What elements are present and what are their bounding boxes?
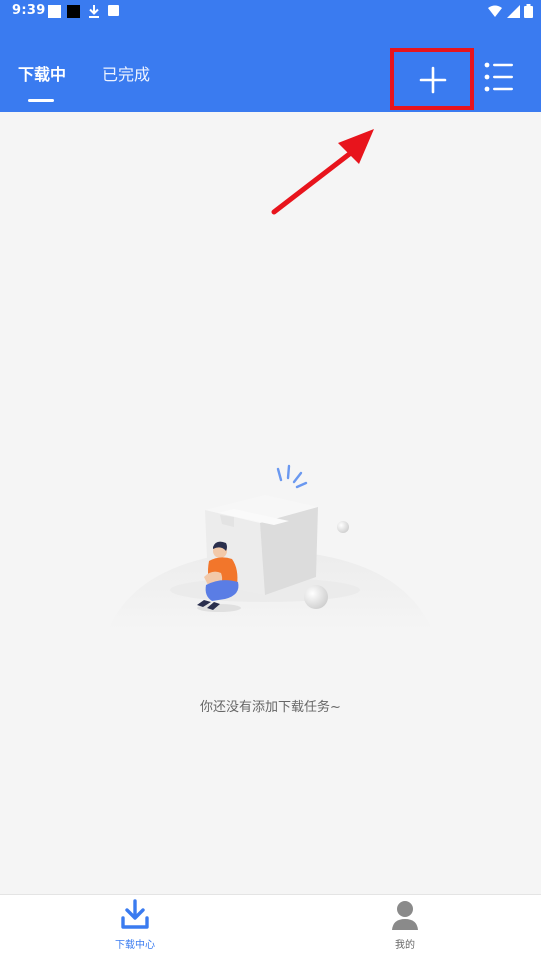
list-menu-icon[interactable] <box>484 62 514 92</box>
notification-black-icon <box>67 5 80 18</box>
app-header: 9:39 下载中 已完成 <box>0 0 541 112</box>
tab-completed[interactable]: 已完成 <box>102 61 150 85</box>
nav-download-center[interactable]: 下载中心 <box>75 895 195 962</box>
download-icon <box>121 899 149 929</box>
notification-square-icon <box>48 5 61 18</box>
tab-downloading[interactable]: 下载中 <box>18 61 66 85</box>
nav-download-label: 下载中心 <box>115 940 155 951</box>
bottom-navigation: 下载中心 我的 <box>0 894 541 962</box>
add-task-button[interactable] <box>390 48 474 110</box>
app-icon <box>108 5 119 16</box>
annotation-arrow <box>271 129 374 215</box>
active-tab-indicator <box>28 99 54 102</box>
status-time: 9:39 <box>12 3 46 18</box>
nav-mine-label: 我的 <box>395 940 415 951</box>
empty-state-message: 你还没有添加下载任务~ <box>200 700 341 715</box>
nav-mine[interactable]: 我的 <box>345 895 465 962</box>
battery-icon <box>524 4 533 18</box>
status-right-icons <box>487 4 533 22</box>
add-icon <box>419 66 447 94</box>
empty-box-illustration <box>108 464 432 630</box>
user-icon <box>392 901 418 930</box>
download-icon <box>89 5 99 18</box>
status-bar: 9:39 <box>0 0 541 24</box>
wifi-icon <box>487 5 502 17</box>
signal-icon <box>506 5 520 18</box>
